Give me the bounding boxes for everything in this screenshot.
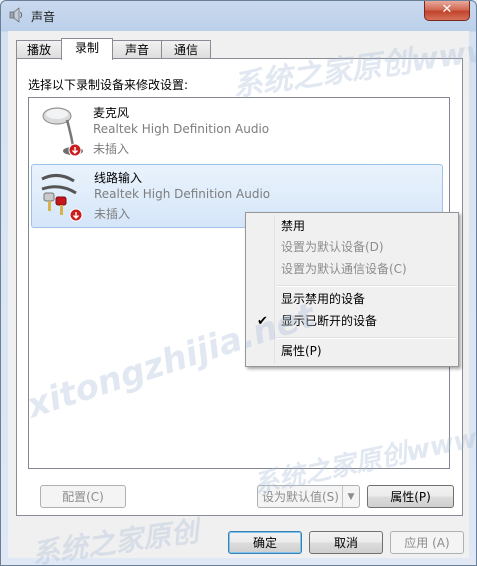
set-default-button[interactable]: 设为默认值(S) ▼ [257,485,360,508]
configure-button[interactable]: 配置(C) [40,485,126,508]
menu-item-properties[interactable]: 属性(P) [248,341,454,362]
menu-item-set-default-comm[interactable]: 设置为默认通信设备(C) [248,259,454,280]
menu-item-set-default[interactable]: 设置为默认设备(D) [248,237,454,258]
menu-item-label: 属性(P) [281,344,322,358]
device-name: 线路输入 [94,171,143,185]
apply-button[interactable]: 应用 (A) [390,531,464,554]
menu-separator [277,285,456,287]
instruction-text: 选择以下录制设备来修改设置: [28,78,189,92]
checkmark-icon: ✔ [257,314,268,329]
device-driver: Realtek High Definition Audio [94,187,271,201]
tab-recording[interactable]: 录制 [61,38,113,60]
device-status: 未插入 [94,207,131,221]
microphone-icon [42,107,83,157]
tab-sounds[interactable]: 声音 [112,40,162,59]
window-title: 声音 [31,10,56,24]
ok-button[interactable]: 确定 [228,531,302,554]
menu-item-label: 显示禁用的设备 [281,292,366,306]
properties-button[interactable]: 属性(P) [367,485,454,508]
menu-item-label: 设置为默认通信设备(C) [281,262,407,276]
chevron-down-icon[interactable]: ▼ [342,486,359,507]
menu-item-label: 禁用 [281,219,306,233]
close-icon: ✕ [441,2,453,17]
menu-item-label: 设置为默认设备(D) [281,240,384,254]
device-driver: Realtek High Definition Audio [93,122,270,136]
menu-item-label: 显示已断开的设备 [281,314,378,328]
tab-communications[interactable]: 通信 [161,40,211,59]
device-status: 未插入 [93,142,130,156]
menu-item-show-disabled[interactable]: 显示禁用的设备 [248,289,454,310]
menu-item-disable[interactable]: 禁用 [248,216,454,237]
device-name: 麦克风 [93,106,130,120]
menu-separator [277,337,456,339]
menu-item-show-disconnected[interactable]: ✔ 显示已断开的设备 [248,311,454,332]
close-button[interactable]: ✕ [424,1,470,21]
context-menu: 禁用 设置为默认设备(D) 设置为默认通信设备(C) 显示禁用的设备 ✔ 显示已… [245,212,459,367]
device-item-microphone[interactable]: 麦克风 Realtek High Definition Audio 未插入 [31,100,441,162]
speaker-icon [9,7,22,23]
cancel-button[interactable]: 取消 [309,531,383,554]
sound-dialog: 声音 ✕ 播放 录制 声音 通信 选择以下录制设备来修改设置: 麦克风 Real… [0,0,477,566]
tab-playback[interactable]: 播放 [16,40,62,59]
title-bar[interactable]: 声音 ✕ [1,1,476,31]
set-default-label: 设为默认值(S) [262,490,339,504]
line-in-icon [41,174,83,222]
